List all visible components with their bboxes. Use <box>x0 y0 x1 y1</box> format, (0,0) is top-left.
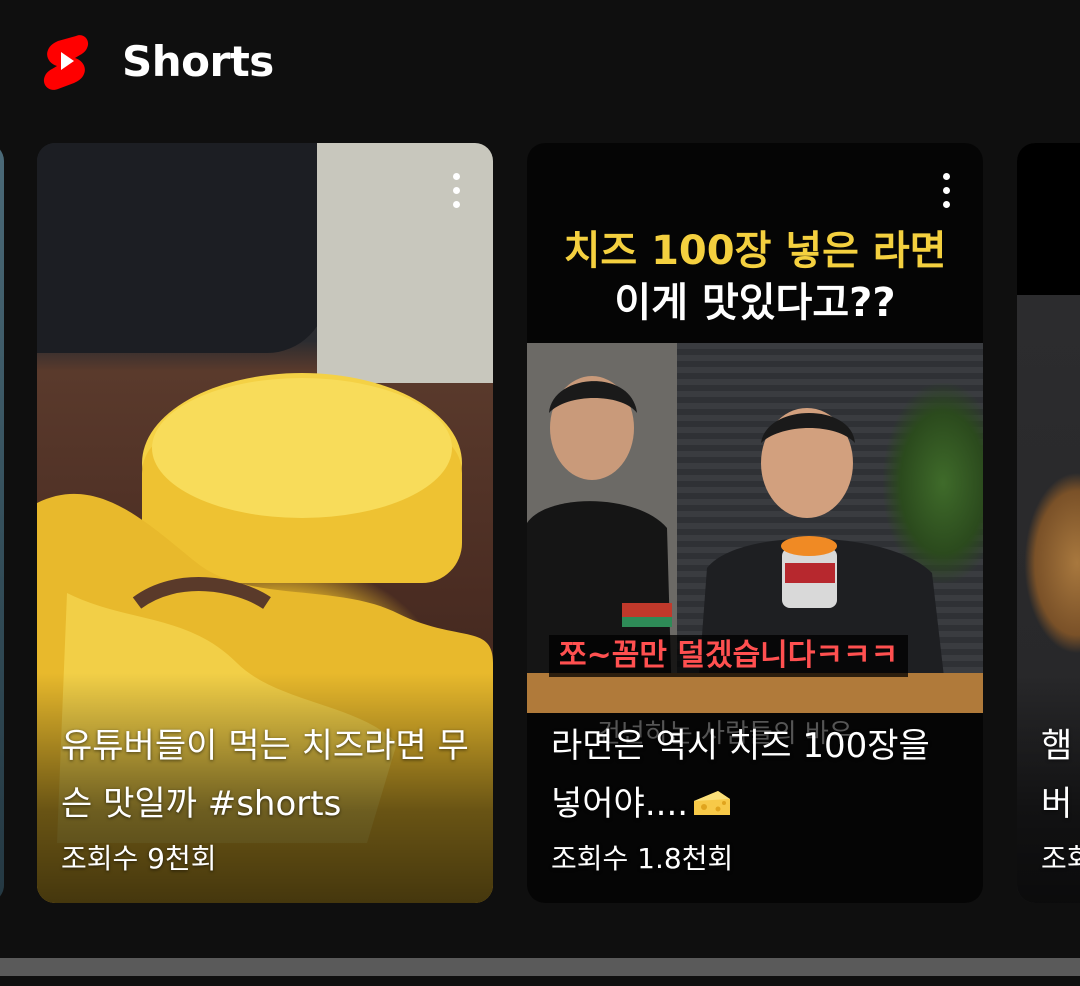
more-vert-icon[interactable] <box>447 171 467 211</box>
view-count: 조회수 <box>1041 842 1080 875</box>
short-title[interactable]: 햄버거 붓기 <box>1041 717 1080 833</box>
view-count: 조회수 1.8천회 <box>551 842 734 875</box>
thumbnail-headline: 치즈 100장 넣은 라면 <box>563 228 947 274</box>
thumbnail-caption: 쪼~꼼만 덜겠습니다ㅋㅋㅋ <box>549 635 909 677</box>
short-title[interactable]: 라면은 역시 치즈 100장을 넣어야.... <box>551 717 963 833</box>
short-card[interactable]: 유튜버들이 먹는 치즈라면 무슨 맛일까 #shorts 조회수 9천회 <box>37 143 493 903</box>
short-title[interactable]: 유튜버들이 먹는 치즈라면 무슨 맛일까 #shorts <box>61 717 473 833</box>
scrollbar-thumb[interactable] <box>0 958 1080 976</box>
short-card-previous[interactable] <box>0 143 4 903</box>
shorts-shelf: 유튜버들이 먹는 치즈라면 무슨 맛일까 #shorts 조회수 9천회 치즈 … <box>0 143 1080 905</box>
short-thumbnail <box>0 143 4 903</box>
thumbnail-table <box>527 673 983 713</box>
short-title-text: 라면은 역시 치즈 100장을 넣어야.... <box>551 726 930 824</box>
short-card[interactable]: 치즈 100장 넣은 라면 이게 맛있다고?? 쪼~꼼만 덜겠습니다ㅋㅋㅋ 건넌… <box>527 143 983 903</box>
horizontal-scrollbar[interactable] <box>0 958 1080 976</box>
short-card[interactable]: 햄버거 붓기 조회수 <box>1017 143 1080 903</box>
view-count: 조회수 9천회 <box>61 842 217 875</box>
cheese-icon <box>694 791 731 815</box>
shelf-title: Shorts <box>122 36 274 86</box>
youtube-shorts-icon <box>43 35 89 90</box>
thumbnail-overlay-text: 치즈 100장 넣은 라면 이게 맛있다고?? <box>527 225 983 329</box>
shorts-shelf-header: Shorts <box>42 26 274 96</box>
more-vert-icon[interactable] <box>937 171 957 211</box>
thumbnail-subheadline: 이게 맛있다고?? <box>614 280 896 326</box>
